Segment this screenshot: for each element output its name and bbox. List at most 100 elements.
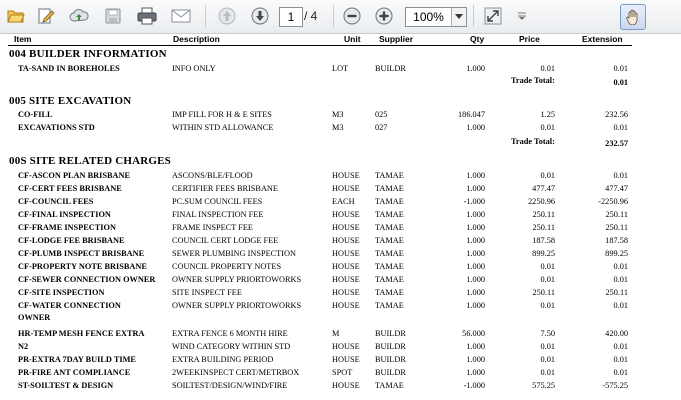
table-row: CF-SEWER CONNECTION OWNER OWNER SUPPLY P… (0, 275, 681, 287)
edit-document-icon[interactable] (36, 6, 56, 26)
item-unit: M3 (332, 110, 344, 119)
item-unit: HOUSE (332, 275, 360, 284)
hand-tool-button[interactable] (620, 4, 646, 30)
item-qty: 1.000 (466, 301, 485, 310)
email-envelope-icon[interactable] (170, 6, 192, 26)
item-extension: 250.11 (605, 223, 628, 232)
table-row: CF-SITE INSPECTION SITE INSPECT FEE HOUS… (0, 288, 681, 300)
item-code: CF-FRAME INSPECTION (18, 223, 116, 232)
column-header-description: Description (173, 34, 220, 44)
printer-icon[interactable] (136, 6, 158, 26)
item-qty: 56.000 (462, 329, 485, 338)
zoom-out-icon[interactable] (341, 6, 363, 26)
item-code: CF-CERT FEES BRISBANE (18, 184, 122, 193)
zoom-level-select[interactable]: 100% (405, 7, 467, 27)
save-disk-icon[interactable] (103, 6, 123, 26)
section-title: 004 BUILDER INFORMATION (9, 48, 167, 60)
page-total-label: / 4 (304, 9, 318, 23)
table-row: PR-FIRE ANT COMPLIANCE 2WEEKINSPECT CERT… (0, 368, 681, 380)
trade-total-value: 232.57 (605, 139, 628, 148)
zoom-in-icon[interactable] (373, 6, 395, 26)
item-supplier: TAMAE (375, 197, 404, 206)
item-unit: HOUSE (332, 171, 360, 180)
item-code: PR-FIRE ANT COMPLIANCE (18, 368, 131, 377)
item-description: SITE INSPECT FEE (172, 288, 242, 297)
item-price: 0.01 (540, 301, 555, 310)
table-row-continuation: OWNER (0, 313, 681, 325)
item-description: COUNCIL PROPERTY NOTES (172, 262, 282, 271)
item-extension: 0.01 (613, 171, 628, 180)
zoom-level-value: 100% (413, 10, 444, 24)
table-row: CF-PLUMB INSPECT BRISBANE SEWER PLUMBING… (0, 249, 681, 261)
table-row: CF-ASCON PLAN BRISBANE ASCONS/BLE/FLOOD … (0, 171, 681, 183)
item-supplier: TAMAE (375, 275, 404, 284)
item-extension: 0.01 (613, 123, 628, 132)
item-unit: HOUSE (332, 223, 360, 232)
current-page-input[interactable]: 1 (279, 7, 303, 27)
column-header-supplier: Supplier (379, 34, 414, 44)
item-price: 250.11 (532, 288, 555, 297)
table-row: CF-COUNCIL FEES PC.SUM COUNCIL FEES EACH… (0, 197, 681, 209)
item-price: 0.01 (540, 262, 555, 271)
item-code: TA-SAND IN BOREHOLES (18, 64, 120, 73)
hand-icon (626, 9, 638, 25)
item-extension: 0.01 (613, 64, 628, 73)
item-price: 0.01 (540, 171, 555, 180)
item-code: CF-COUNCIL FEES (18, 197, 94, 206)
column-header-qty: Qty (470, 34, 485, 44)
item-description: ASCONS/BLE/FLOOD (172, 171, 253, 180)
item-unit: HOUSE (332, 288, 360, 297)
next-page-icon[interactable] (249, 6, 271, 26)
table-row: CF-CERT FEES BRISBANE CERTIFIER FEES BRI… (0, 184, 681, 196)
item-qty: 1.000 (466, 275, 485, 284)
item-unit: SPOT (332, 368, 353, 377)
trade-total-label: Trade Total: (511, 76, 555, 85)
chevron-down-icon[interactable] (451, 8, 466, 26)
item-code: PR-EXTRA 7DAY BUILD TIME (18, 355, 136, 364)
column-header-price: Price (519, 34, 540, 44)
item-code: N2 (18, 342, 29, 351)
item-description: EXTRA FENCE 6 MONTH HIRE (172, 329, 288, 338)
item-unit: HOUSE (332, 342, 360, 351)
item-supplier: TAMAE (375, 301, 404, 310)
item-price: 250.11 (532, 223, 555, 232)
item-price: 0.01 (540, 123, 555, 132)
upload-cloud-icon[interactable] (68, 6, 90, 26)
current-page-value: 1 (287, 10, 295, 24)
item-supplier: BUILDR (375, 64, 406, 73)
trade-total-label: Trade Total: (511, 137, 555, 146)
table-row: CO-FILL IMP FILL FOR H & E SITES M3 025 … (0, 110, 681, 122)
previous-page-icon[interactable] (216, 6, 238, 26)
item-supplier: BUILDR (375, 329, 406, 338)
item-unit: M3 (332, 123, 344, 132)
item-unit: HOUSE (332, 210, 360, 219)
item-description: 2WEEKINSPECT CERT/METRBOX (172, 368, 300, 377)
item-qty: 1.000 (466, 355, 485, 364)
item-code: CF-SITE INSPECTION (18, 288, 105, 297)
section-title: 005 SITE EXCAVATION (9, 95, 132, 107)
item-price: 0.01 (540, 64, 555, 73)
item-supplier: BUILDR (375, 368, 406, 377)
fit-page-icon[interactable] (482, 6, 504, 26)
open-folder-icon[interactable] (6, 6, 26, 26)
item-supplier: TAMAE (375, 288, 404, 297)
toolbar-overflow-icon[interactable] (515, 6, 529, 26)
column-header-extension: Extension (582, 34, 623, 44)
column-header-unit: Unit (344, 34, 361, 44)
column-header-item: Item (14, 34, 32, 44)
item-extension: 0.01 (613, 368, 628, 377)
item-description: SOILTEST/DESIGN/WIND/FIRE (172, 381, 288, 390)
item-code: CF-WATER CONNECTION (18, 301, 121, 310)
item-extension: 250.11 (605, 288, 628, 297)
item-price: 7.50 (540, 329, 555, 338)
item-qty: 1.000 (466, 210, 485, 219)
item-extension: 0.01 (613, 275, 628, 284)
table-row: N2 WIND CATEGORY WITHIN STD HOUSE BUILDR… (0, 342, 681, 354)
table-row: EXCAVATIONS STD WITHIN STD ALLOWANCE M3 … (0, 123, 681, 135)
item-extension: 187.58 (605, 236, 628, 245)
item-qty: 1.000 (466, 368, 485, 377)
item-supplier: TAMAE (375, 381, 404, 390)
header-rule (8, 45, 632, 46)
section-title: 00S SITE RELATED CHARGES (9, 155, 172, 167)
item-qty: 186.047 (458, 110, 485, 119)
